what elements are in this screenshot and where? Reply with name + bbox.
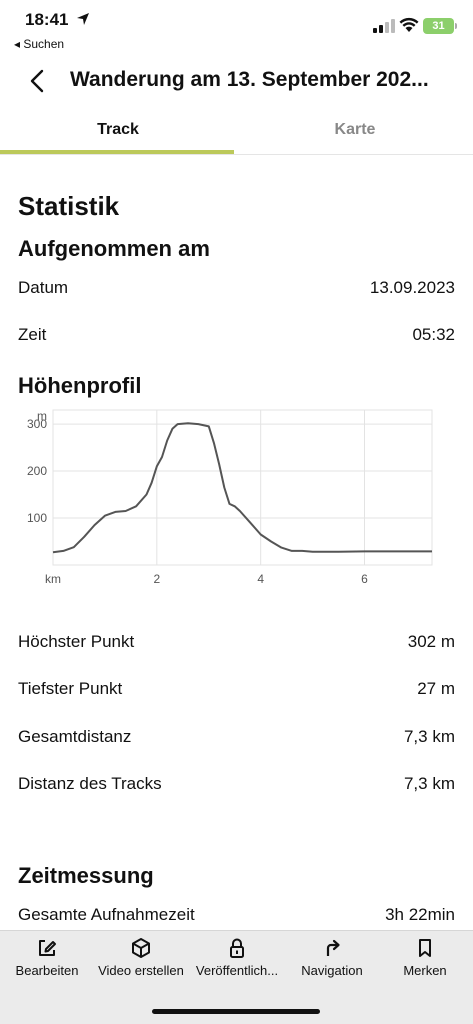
tab-track[interactable]: Track [0, 108, 236, 155]
recorded-heading: Aufgenommen am [18, 236, 210, 261]
battery-tip [455, 23, 457, 29]
y-axis-unit-label: m [37, 409, 47, 423]
publish-button[interactable]: Veröffentlich... [190, 937, 284, 987]
y-tick-label: 100 [27, 511, 47, 525]
time-row: Zeit 05:32 [18, 325, 455, 349]
highest-point-row: Höchster Punkt 302 m [18, 632, 455, 656]
bookmark-label: Merken [403, 963, 447, 978]
battery-indicator: 31 [423, 18, 454, 34]
highest-point-label: Höchster Punkt [18, 632, 135, 651]
x-tick-label: 4 [257, 572, 264, 586]
home-indicator [152, 1009, 320, 1014]
lowest-point-value: 27 m [417, 679, 455, 698]
bookmark-button[interactable]: Merken [393, 937, 457, 987]
bookmark-icon [419, 939, 431, 957]
date-value: 13.09.2023 [369, 278, 455, 297]
back-to-app-link[interactable]: ◂ Suchen [14, 37, 64, 51]
lowest-point-row: Tiefster Punkt 27 m [18, 679, 455, 703]
nav-header: Wanderung am 13. September 202... [0, 56, 473, 106]
track-distance-label: Distanz des Tracks [18, 774, 162, 793]
active-tab-indicator [0, 150, 234, 154]
track-distance-row: Distanz des Tracks 7,3 km [18, 774, 455, 798]
lock-icon [230, 938, 244, 958]
total-distance-row: Gesamtdistanz 7,3 km [18, 727, 455, 751]
edit-icon [39, 940, 56, 956]
cube-icon [132, 938, 150, 958]
date-label: Datum [18, 278, 69, 297]
publish-label: Veröffentlich... [195, 963, 279, 978]
edit-button[interactable]: Bearbeiten [8, 937, 86, 987]
create-video-label: Video erstellen [98, 963, 184, 978]
chart-plot-frame [52, 409, 433, 566]
time-value: 05:32 [412, 325, 455, 344]
elevation-profile-chart: 1002003002 4 6mkm [27, 409, 433, 586]
location-arrow-icon [77, 13, 89, 25]
lowest-point-label: Tiefster Punkt [18, 679, 123, 698]
x-axis-unit-label: km [45, 572, 61, 586]
status-bar: 18:41 ◂ Suchen 31 [0, 0, 473, 54]
y-tick-label: 200 [27, 464, 47, 478]
navigation-label: Navigation [301, 963, 363, 978]
edit-label: Bearbeiten [15, 963, 79, 978]
total-distance-value: 7,3 km [403, 727, 455, 746]
total-recording-time-row: Gesamte Aufnahmezeit 3h 22min [18, 905, 455, 929]
timing-heading: Zeitmessung [18, 863, 154, 888]
chevron-left-icon [30, 69, 44, 93]
navigation-button[interactable]: Navigation [292, 937, 372, 987]
track-distance-value: 7,3 km [403, 774, 455, 793]
back-button[interactable] [24, 66, 50, 96]
tab-karte[interactable]: Karte [237, 108, 473, 155]
battery-level: 31 [432, 20, 445, 32]
x-tick-label: 6 [361, 572, 368, 586]
create-video-button[interactable]: Video erstellen [92, 937, 190, 987]
turn-right-arrow-icon [326, 939, 340, 956]
page-title: Wanderung am 13. September 202... [70, 68, 429, 91]
x-tick-label: 2 [153, 572, 160, 586]
total-recording-time-label: Gesamte Aufnahmezeit [18, 905, 195, 924]
status-time: 18:41 [25, 10, 69, 29]
total-recording-time-value: 3h 22min [385, 905, 455, 924]
cellular-signal-icon [373, 19, 395, 33]
tab-bar: Track Karte [0, 108, 473, 155]
highest-point-value: 302 m [407, 632, 455, 651]
total-distance-label: Gesamtdistanz [18, 727, 132, 746]
date-row: Datum 13.09.2023 [18, 278, 455, 302]
statistics-heading: Statistik [18, 191, 120, 221]
elevation-series-line [52, 422, 432, 554]
elevation-profile-heading: Höhenprofil [18, 373, 142, 398]
time-label: Zeit [18, 325, 47, 344]
wifi-icon [399, 17, 419, 32]
